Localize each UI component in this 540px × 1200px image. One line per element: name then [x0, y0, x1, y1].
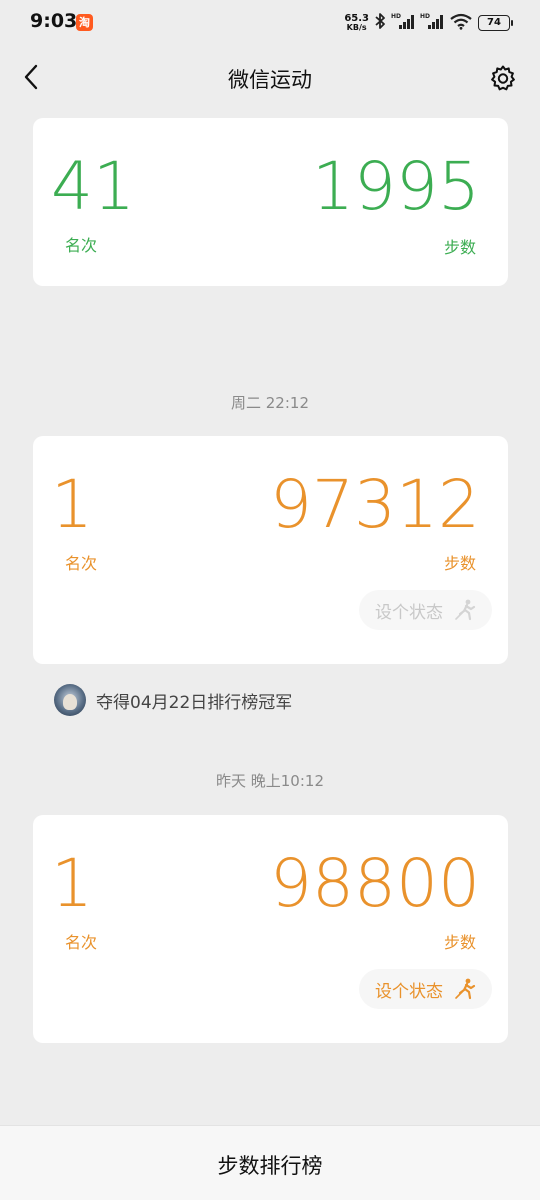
- ranking-card[interactable]: 1 名次 97312 步数 设个状态: [33, 436, 508, 664]
- rank-label: 名次: [65, 554, 98, 573]
- status-bar: 9:03 淘 65.3 KB/s HD HD 74: [0, 0, 540, 46]
- avatar[interactable]: [54, 684, 86, 716]
- timestamp-label: 昨天 晚上10:12: [216, 772, 324, 790]
- bluetooth-icon: [374, 12, 386, 34]
- set-status-label: 设个状态: [375, 981, 443, 1002]
- svg-text:HD: HD: [420, 13, 430, 20]
- taobao-icon: 淘: [76, 14, 93, 31]
- steps-label: 步数: [443, 238, 476, 257]
- page-title: 微信运动: [228, 68, 312, 92]
- battery-icon: 74: [478, 15, 513, 31]
- set-status-label: 设个状态: [375, 602, 443, 623]
- set-status-button[interactable]: 设个状态: [359, 969, 492, 1009]
- rank-number: 1: [51, 466, 93, 543]
- champion-text: 夺得04月22日排行榜冠军: [96, 692, 293, 713]
- walking-person-icon: [454, 978, 478, 1005]
- network-speed-value: 65.3: [344, 13, 369, 24]
- steps-label: 步数: [443, 933, 476, 952]
- step-count: 1995: [312, 148, 480, 225]
- step-count: 98800: [270, 845, 480, 922]
- svg-text:HD: HD: [391, 13, 401, 20]
- ranking-card[interactable]: 1 名次 98800 步数 设个状态: [33, 815, 508, 1043]
- gear-icon: [491, 65, 515, 91]
- step-leaderboard-button[interactable]: 步数排行榜: [0, 1125, 540, 1200]
- wechat-sports-page: 9:03 淘 65.3 KB/s HD HD 74 微信运动 41 名次 199…: [0, 0, 540, 1200]
- walking-person-icon: [454, 599, 478, 626]
- network-speed-unit: KB/s: [346, 23, 367, 32]
- rank-number: 41: [51, 148, 135, 225]
- rank-number: 1: [51, 845, 93, 922]
- champion-row: 夺得04月22日排行榜冠军: [54, 683, 292, 717]
- step-leaderboard-label: 步数排行榜: [217, 1154, 323, 1178]
- timestamp-label: 周二 22:12: [231, 394, 309, 412]
- wifi-icon: [449, 12, 473, 34]
- step-count: 97312: [270, 466, 480, 543]
- signal-hd-icon: HD: [420, 12, 444, 34]
- signal-hd-icon: HD: [391, 12, 415, 34]
- rank-label: 名次: [65, 236, 98, 255]
- rank-label: 名次: [65, 933, 98, 952]
- steps-label: 步数: [443, 554, 476, 573]
- settings-button[interactable]: [488, 63, 518, 93]
- set-status-button[interactable]: 设个状态: [359, 590, 492, 630]
- status-time: 9:03: [30, 10, 78, 32]
- status-icons: 65.3 KB/s HD HD 74: [344, 12, 513, 34]
- network-speed: 65.3 KB/s: [344, 13, 369, 33]
- nav-bar: 微信运动: [0, 46, 540, 108]
- ranking-card[interactable]: 41 名次 1995 步数: [33, 118, 508, 286]
